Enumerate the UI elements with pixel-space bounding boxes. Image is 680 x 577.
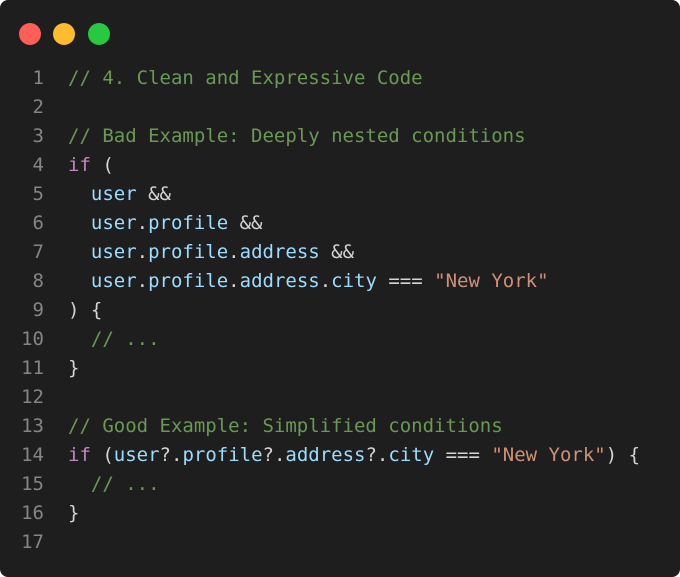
code-line[interactable]: 7 user.profile.address && <box>0 238 680 267</box>
close-window-button[interactable] <box>19 23 41 45</box>
line-code: user.profile.address.city === "New York" <box>68 267 549 296</box>
code-token-ident: address <box>239 241 320 263</box>
line-number: 15 <box>21 473 44 495</box>
code-token-string: "New York" <box>434 270 549 292</box>
code-token-punct: ?. <box>365 444 389 466</box>
line-code: // Bad Example: Deeply nested conditions <box>68 122 526 151</box>
code-token-punct: } <box>68 357 80 379</box>
line-number: 13 <box>21 415 44 437</box>
code-token-ident: city <box>388 444 435 466</box>
line-code: ) { <box>68 296 102 325</box>
maximize-window-button[interactable] <box>88 23 110 45</box>
line-number: 10 <box>21 328 44 350</box>
line-code: // ... <box>68 325 160 354</box>
code-line[interactable]: 10 // ... <box>0 325 680 354</box>
code-token-punct: ) { <box>68 299 103 321</box>
code-token-punct: . <box>136 212 149 234</box>
code-line[interactable]: 1 // 4. Clean and Expressive Code <box>0 64 680 93</box>
code-line[interactable]: 12 <box>0 383 680 412</box>
line-number: 14 <box>21 444 44 466</box>
line-number: 5 <box>32 183 44 205</box>
line-number: 2 <box>32 96 44 118</box>
code-line[interactable]: 3 // Bad Example: Deeply nested condition… <box>0 122 680 151</box>
line-number: 3 <box>32 125 44 147</box>
code-line[interactable]: 6 user.profile && <box>0 209 680 238</box>
code-token-punct: . <box>136 270 149 292</box>
line-code: // 4. Clean and Expressive Code <box>68 64 423 93</box>
code-token-comment: // ... <box>68 328 160 350</box>
code-line[interactable]: 4 if ( <box>0 151 680 180</box>
code-line[interactable]: 2 <box>0 93 680 122</box>
code-token-op: === <box>376 270 435 292</box>
code-token-punct: . <box>228 270 240 292</box>
line-number: 16 <box>21 502 44 524</box>
code-token-ident: city <box>331 270 377 292</box>
window-titlebar <box>0 0 680 64</box>
line-number: 8 <box>32 270 44 292</box>
code-editor[interactable]: 1 // 4. Clean and Expressive Code 2 3 // Bad… <box>0 64 680 557</box>
code-token-ident: user <box>68 212 137 234</box>
code-token-keyword: if <box>68 444 91 466</box>
code-token-punct: } <box>68 502 80 524</box>
code-token-comment: // ... <box>68 473 160 495</box>
code-token-punct: . <box>136 241 149 263</box>
code-token-op: && <box>136 183 171 205</box>
code-token-punct: ( <box>90 154 114 176</box>
code-line[interactable]: 8 user.profile.address.city === "New Yor… <box>0 267 680 296</box>
line-code: user.profile.address && <box>68 238 354 267</box>
code-line[interactable]: 14 if (user?.profile?.address?.city === "… <box>0 441 680 470</box>
code-token-punct: ) { <box>605 444 641 466</box>
code-token-ident: profile <box>182 444 263 466</box>
line-code: if (user?.profile?.address?.city === "Ne… <box>68 441 640 470</box>
code-token-ident: profile <box>148 212 229 234</box>
code-token-ident: user <box>68 270 137 292</box>
code-line[interactable]: 17 <box>0 528 680 557</box>
line-code: } <box>68 354 79 383</box>
line-code: // Good Example: Simplified conditions <box>68 412 503 441</box>
minimize-window-button[interactable] <box>53 23 75 45</box>
code-token-comment: // Bad Example: Deeply nested conditions <box>68 125 526 147</box>
line-number: 12 <box>21 386 44 408</box>
code-token-ident: address <box>239 270 320 292</box>
code-token-ident: user <box>113 444 160 466</box>
code-token-punct: ?. <box>262 444 286 466</box>
code-token-op: === <box>434 444 492 466</box>
line-code: user.profile && <box>68 209 263 238</box>
line-number: 17 <box>21 531 44 553</box>
code-token-op: && <box>319 241 355 263</box>
line-code: if ( <box>68 151 114 180</box>
code-token-punct: ?. <box>159 444 183 466</box>
code-line[interactable]: 11} <box>0 354 680 383</box>
line-number: 4 <box>32 154 44 176</box>
code-token-punct: . <box>319 270 332 292</box>
line-code: } <box>68 499 79 528</box>
line-number: 9 <box>32 299 44 321</box>
code-line[interactable]: 16} <box>0 499 680 528</box>
code-line[interactable]: 9 ) { <box>0 296 680 325</box>
code-token-comment: // 4. Clean and Expressive Code <box>68 67 423 89</box>
line-number: 6 <box>32 212 44 234</box>
code-token-string: "New York" <box>491 444 606 466</box>
code-token-ident: user <box>68 241 137 263</box>
code-line[interactable]: 13 // Good Example: Simplified conditions <box>0 412 680 441</box>
code-token-comment: // Good Example: Simplified conditions <box>68 415 503 437</box>
line-number: 11 <box>21 357 44 379</box>
line-number: 1 <box>32 67 44 89</box>
line-code: // ... <box>68 470 160 499</box>
code-token-punct: ( <box>90 444 114 466</box>
code-token-keyword: if <box>68 154 91 176</box>
line-number: 7 <box>32 241 44 263</box>
line-code: user && <box>68 180 171 209</box>
code-token-punct: . <box>228 241 240 263</box>
code-token-ident: profile <box>148 270 229 292</box>
code-token-ident: address <box>285 444 366 466</box>
code-window: 1 // 4. Clean and Expressive Code 2 3 // Bad… <box>0 0 680 577</box>
code-token-op: && <box>228 212 263 234</box>
code-line[interactable]: 15 // ... <box>0 470 680 499</box>
code-token-ident: user <box>68 183 137 205</box>
code-line[interactable]: 5 user && <box>0 180 680 209</box>
code-token-ident: profile <box>148 241 229 263</box>
